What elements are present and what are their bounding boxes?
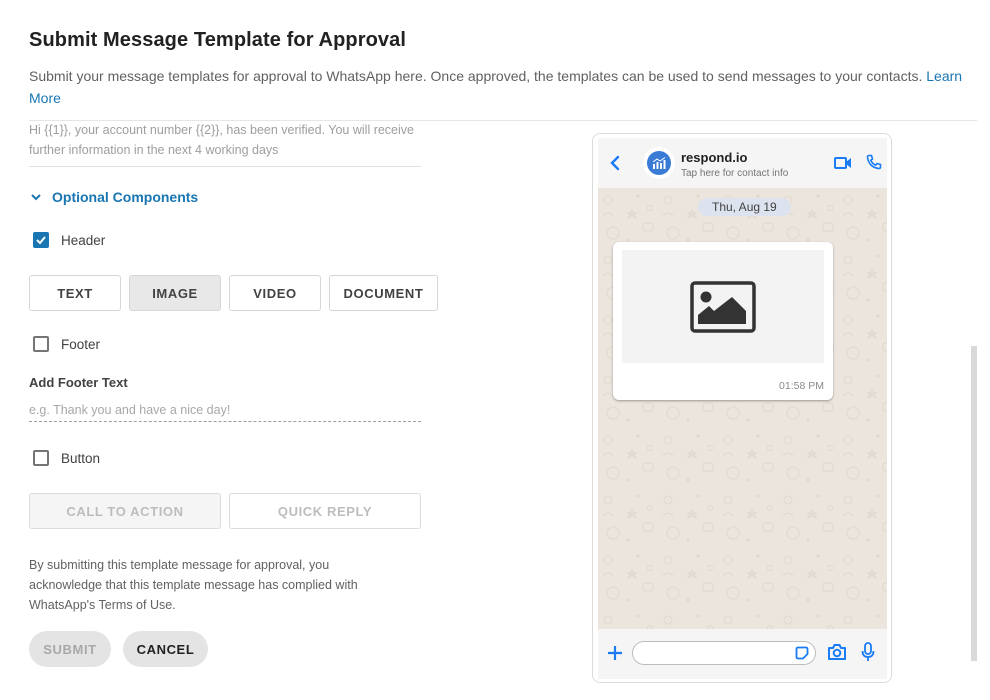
- checkmark-icon: [36, 236, 46, 245]
- header-type-group: TEXT IMAGE VIDEO DOCUMENT: [29, 275, 438, 311]
- footer-checkbox[interactable]: [33, 336, 49, 352]
- body-text-preview: Hi {{1}}, your account number {{2}}, has…: [29, 120, 421, 167]
- header-type-document-button[interactable]: DOCUMENT: [329, 275, 438, 311]
- chat-area: Thu, Aug 19 01:58 PM: [598, 188, 887, 629]
- cancel-button[interactable]: CANCEL: [123, 631, 208, 667]
- button-checkbox-label: Button: [61, 450, 101, 466]
- button-checkbox-row[interactable]: Button: [33, 450, 100, 466]
- description-text: Submit your message templates for approv…: [29, 68, 923, 84]
- phone-call-icon: [866, 154, 882, 170]
- header-checkbox-row[interactable]: Header: [33, 232, 105, 248]
- optional-components-label: Optional Components: [52, 189, 199, 205]
- page-scrollbar[interactable]: [971, 346, 977, 661]
- button-type-group: CALL TO ACTION QUICK REPLY: [29, 493, 421, 529]
- header-type-video-button[interactable]: VIDEO: [229, 275, 321, 311]
- microphone-icon: [861, 642, 875, 661]
- contact-name: respond.io: [681, 150, 748, 165]
- quick-reply-button[interactable]: QUICK REPLY: [229, 493, 421, 529]
- chevron-down-icon: [31, 194, 41, 201]
- preview-composer: [598, 629, 887, 679]
- header-checkbox[interactable]: [33, 232, 49, 248]
- header-checkbox-label: Header: [61, 232, 106, 248]
- header-type-text-button[interactable]: TEXT: [29, 275, 121, 311]
- message-time: 01:58 PM: [779, 380, 824, 392]
- sticker-icon: [795, 646, 809, 660]
- image-placeholder: [622, 250, 824, 363]
- header-type-image-button[interactable]: IMAGE: [129, 275, 221, 311]
- button-checkbox[interactable]: [33, 450, 49, 466]
- optional-components-toggle[interactable]: Optional Components: [29, 189, 198, 205]
- footer-text-label: Add Footer Text: [29, 375, 128, 390]
- message-input-preview: [632, 641, 816, 665]
- chart-logo-icon: [652, 157, 666, 169]
- form-actions: SUBMIT CANCEL: [29, 631, 208, 667]
- image-icon: [690, 280, 756, 333]
- whatsapp-preview: respond.io Tap here for contact info Thu…: [592, 133, 892, 683]
- camera-icon: [828, 644, 846, 660]
- contact-avatar: [643, 147, 675, 179]
- footer-text-input[interactable]: [29, 398, 421, 422]
- plus-icon: [608, 646, 622, 660]
- footer-checkbox-row[interactable]: Footer: [33, 336, 100, 352]
- date-separator: Thu, Aug 19: [698, 198, 791, 216]
- page-description: Submit your message templates for approv…: [29, 65, 979, 109]
- message-bubble: 01:58 PM: [613, 242, 833, 400]
- preview-header: respond.io Tap here for contact info: [598, 138, 887, 188]
- footer-checkbox-label: Footer: [61, 336, 101, 352]
- video-call-icon: [834, 157, 851, 169]
- call-to-action-button[interactable]: CALL TO ACTION: [29, 493, 221, 529]
- submit-button[interactable]: SUBMIT: [29, 631, 111, 667]
- back-arrow-icon: [610, 155, 620, 171]
- contact-subtitle: Tap here for contact info: [681, 168, 789, 179]
- legal-notice: By submitting this template message for …: [29, 558, 358, 612]
- page-title: Submit Message Template for Approval: [29, 29, 407, 51]
